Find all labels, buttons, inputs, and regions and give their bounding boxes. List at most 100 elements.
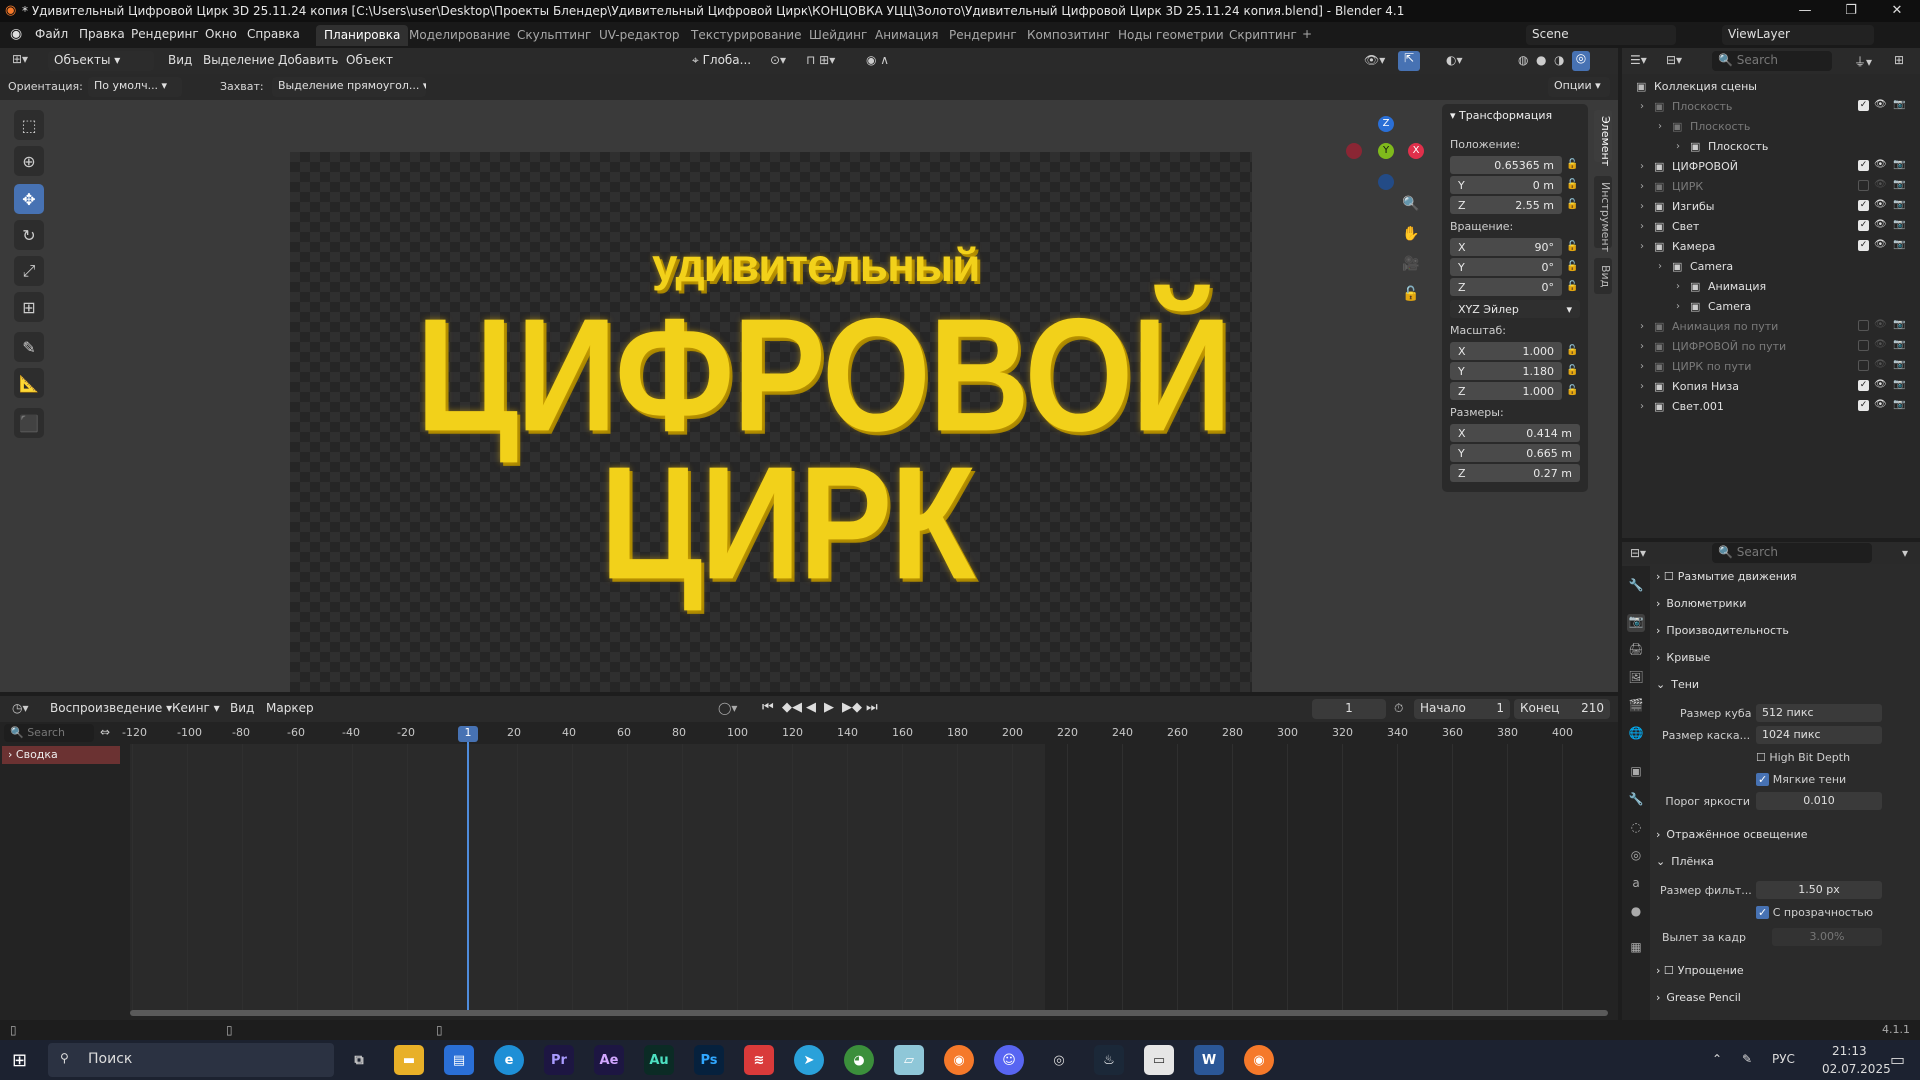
word-icon[interactable]: W	[1194, 1045, 1224, 1075]
exclude-checkbox[interactable]	[1858, 180, 1869, 191]
scale-z-field[interactable]: Z 1.000	[1450, 382, 1562, 400]
exclude-checkbox[interactable]	[1858, 360, 1869, 371]
outliner-item[interactable]: › ▣ Анимация	[1622, 276, 1920, 296]
material-tab-icon[interactable]: ●	[1627, 904, 1645, 922]
vp-menu-object[interactable]: Объект	[346, 53, 393, 67]
swap-icon[interactable]: ⇔	[100, 725, 110, 739]
tab-rendering[interactable]: Рендеринг	[941, 25, 1025, 46]
render-camera-icon[interactable]: 📷	[1893, 199, 1905, 210]
expand-arrow-icon[interactable]: ›	[1676, 301, 1680, 312]
annotate-tool[interactable]: ✎	[14, 332, 44, 362]
start-frame-field[interactable]: Начало 1	[1414, 699, 1510, 719]
tab-modeling[interactable]: Моделирование	[401, 25, 518, 46]
blender-active-icon[interactable]: ◉	[1244, 1045, 1274, 1075]
exclude-checkbox[interactable]: ✓	[1858, 380, 1869, 391]
rotation-y-field[interactable]: Y 0°	[1450, 258, 1562, 276]
lock-icon[interactable]: 🔓	[1566, 241, 1578, 253]
object-tab-icon[interactable]: ▣	[1627, 764, 1645, 782]
expand-arrow-icon[interactable]: ›	[1658, 261, 1662, 272]
close-button[interactable]: ✕	[1874, 0, 1920, 22]
outliner-item[interactable]: › ▣ Плоскость	[1622, 136, 1920, 156]
clock-date[interactable]: 02.07.2025	[1822, 1062, 1891, 1076]
playhead-frame[interactable]: 1	[458, 726, 478, 742]
expand-arrow-icon[interactable]: ›	[1640, 201, 1644, 212]
location-y-field[interactable]: Y0 m	[1450, 176, 1562, 194]
vp-menu-view[interactable]: Вид	[168, 53, 192, 67]
blender-app-icon[interactable]: ◉	[944, 1045, 974, 1075]
rotate-tool[interactable]: ↻	[14, 220, 44, 250]
taskbar-search-input[interactable]: ⚲ Поиск	[48, 1043, 334, 1077]
soft-shadows-checkbox[interactable]: ✓ Мягкие тени	[1756, 773, 1846, 786]
exclude-checkbox[interactable]: ✓	[1858, 240, 1869, 251]
render-camera-icon[interactable]: 📷	[1893, 239, 1905, 250]
lock-icon[interactable]: 🔓	[1566, 345, 1578, 357]
rotation-z-field[interactable]: Z 0°	[1450, 278, 1562, 296]
world-tab-icon[interactable]: 🌐	[1627, 726, 1645, 744]
browser-icon[interactable]: ◕	[844, 1045, 874, 1075]
expand-arrow-icon[interactable]: ›	[1658, 121, 1662, 132]
notes-icon[interactable]: ▱	[894, 1045, 924, 1075]
prev-keyframe-icon[interactable]: ◆◀	[782, 700, 802, 715]
panel-simplify[interactable]: › ☐ Упрощение	[1656, 958, 1912, 982]
lock-icon[interactable]: 🔓	[1566, 385, 1578, 397]
wireframe-shading-icon[interactable]: ◍	[1518, 53, 1528, 67]
gizmo-y-icon[interactable]: Y	[1378, 143, 1394, 159]
location-x-field[interactable]: 0.65365 m	[1450, 156, 1562, 174]
expand-arrow-icon[interactable]: ›	[1640, 101, 1644, 112]
clock-time[interactable]: 21:13	[1832, 1044, 1867, 1058]
particles-tab-icon[interactable]: ◌	[1627, 820, 1645, 838]
scale-x-field[interactable]: X 1.000	[1450, 342, 1562, 360]
lock-view-icon[interactable]: 🔓	[1402, 286, 1419, 302]
play-icon[interactable]: ▶	[824, 700, 834, 715]
transform-orientation[interactable]: ⌖ Глоба...	[686, 51, 762, 71]
snap-dropdown[interactable]: Выделение прямоугол... ▾	[272, 77, 426, 97]
visibility-eye-icon[interactable]: 👁	[1874, 179, 1887, 190]
app-icon[interactable]: ≋	[744, 1045, 774, 1075]
notifications-icon[interactable]: ▭	[1890, 1050, 1905, 1069]
steam-icon[interactable]: ♨	[1094, 1045, 1124, 1075]
exclude-checkbox[interactable]: ✓	[1858, 220, 1869, 231]
transform-tool[interactable]: ⊞	[14, 292, 44, 322]
gizmo-x-icon[interactable]: X	[1408, 143, 1424, 159]
panel-shadows[interactable]: ⌄ Тени	[1656, 672, 1912, 696]
lock-icon[interactable]: 🔓	[1566, 159, 1578, 171]
filter-icon[interactable]: ⏚▾	[1854, 53, 1872, 70]
outliner-search-input[interactable]: 🔍 Search	[1712, 51, 1832, 71]
filter-size-field[interactable]: 1.50 px	[1756, 881, 1882, 899]
lock-icon[interactable]: 🔓	[1566, 261, 1578, 273]
expand-arrow-icon[interactable]: ›	[1640, 321, 1644, 332]
obs-icon[interactable]: ◎	[1044, 1045, 1074, 1075]
visibility-eye-icon[interactable]: 👁	[1874, 399, 1887, 410]
current-frame-field[interactable]: 1	[1312, 699, 1386, 719]
lock-icon[interactable]: 🔓	[1566, 281, 1578, 293]
visibility-eye-icon[interactable]: 👁	[1874, 199, 1887, 210]
task-view-icon[interactable]: ⧉	[344, 1045, 374, 1075]
tab-geometry-nodes[interactable]: Ноды геометрии	[1110, 25, 1232, 46]
high-bit-depth-checkbox[interactable]: ☐ High Bit Depth	[1756, 751, 1850, 764]
expand-arrow-icon[interactable]: ›	[1640, 361, 1644, 372]
render-camera-icon[interactable]: 📷	[1893, 399, 1905, 410]
marker-menu[interactable]: Маркер	[266, 701, 314, 715]
cube-size-dropdown[interactable]: 512 пикс	[1756, 704, 1882, 722]
visibility-eye-icon[interactable]: 👁	[1874, 359, 1887, 370]
select-box-tool[interactable]: ⬚	[14, 110, 44, 140]
expand-arrow-icon[interactable]: ›	[1640, 341, 1644, 352]
transparent-checkbox[interactable]: ✓ С прозрачностью	[1756, 906, 1873, 919]
maximize-button[interactable]: ❐	[1828, 0, 1874, 22]
render-camera-icon[interactable]: 📷	[1893, 339, 1905, 350]
measure-tool[interactable]: 📐	[14, 368, 44, 398]
snap-icon[interactable]: ⊓ ⊞▾	[806, 53, 835, 67]
expand-arrow-icon[interactable]: ›	[1676, 141, 1680, 152]
panel-grease-pencil[interactable]: › Grease Pencil	[1656, 985, 1912, 1009]
vp-menu-add[interactable]: Добавить	[278, 53, 338, 67]
timeline-editor-icon[interactable]: ◷▾	[12, 701, 29, 715]
output-tab-icon[interactable]: 🖨	[1627, 642, 1645, 660]
windows-start-icon[interactable]: ⊞	[12, 1050, 27, 1071]
texture-tab-icon[interactable]: ▦	[1627, 940, 1645, 958]
tab-texturing[interactable]: Текстурирование	[683, 25, 809, 46]
after-effects-icon[interactable]: Ae	[594, 1045, 624, 1075]
rendered-shading-icon[interactable]: ◎	[1572, 51, 1590, 71]
visibility-eye-icon[interactable]: 👁	[1874, 339, 1887, 350]
render-camera-icon[interactable]: 📷	[1893, 359, 1905, 370]
visibility-eye-icon[interactable]: 👁	[1874, 239, 1887, 250]
